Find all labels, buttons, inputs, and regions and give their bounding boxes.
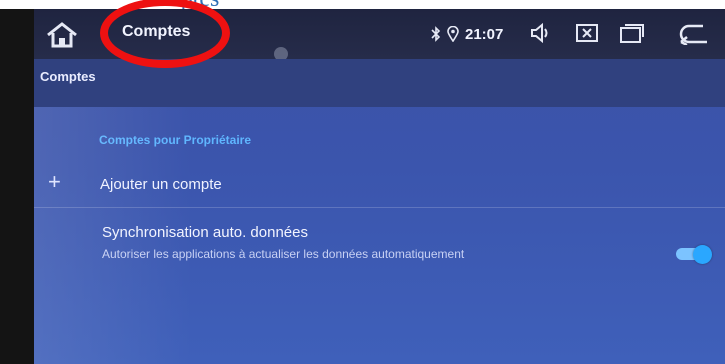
section-title: Comptes pour Propriétaire [99, 133, 252, 147]
auto-sync-title: Synchronisation auto. données [102, 224, 308, 241]
location-icon [447, 26, 459, 42]
back-icon[interactable] [677, 23, 711, 45]
add-account-row[interactable]: + Ajouter un compte [34, 159, 725, 205]
status-icons: 21:07 [431, 24, 517, 44]
divider [34, 207, 725, 208]
auto-sync-toggle[interactable] [676, 245, 712, 264]
recent-apps-icon[interactable] [619, 22, 645, 44]
home-icon [47, 22, 77, 48]
page-header [34, 59, 725, 107]
clock: 21:07 [465, 25, 504, 43]
bluetooth-icon [431, 26, 441, 42]
auto-sync-description: Autoriser les applications à actualiser … [102, 247, 465, 261]
toggle-thumb [693, 245, 712, 264]
home-button[interactable] [44, 21, 80, 49]
close-app-icon[interactable] [575, 22, 599, 44]
device-frame: Comptes 21:07 Comptes Comptes pour Propr… [0, 9, 725, 364]
page-title: Comptes [40, 69, 96, 84]
plus-icon: + [48, 169, 61, 194]
annotation-red-circle [100, 0, 230, 68]
volume-icon[interactable] [529, 22, 553, 44]
add-account-label: Ajouter un compte [100, 176, 222, 193]
auto-sync-row[interactable]: Synchronisation auto. données Autoriser … [34, 214, 725, 274]
